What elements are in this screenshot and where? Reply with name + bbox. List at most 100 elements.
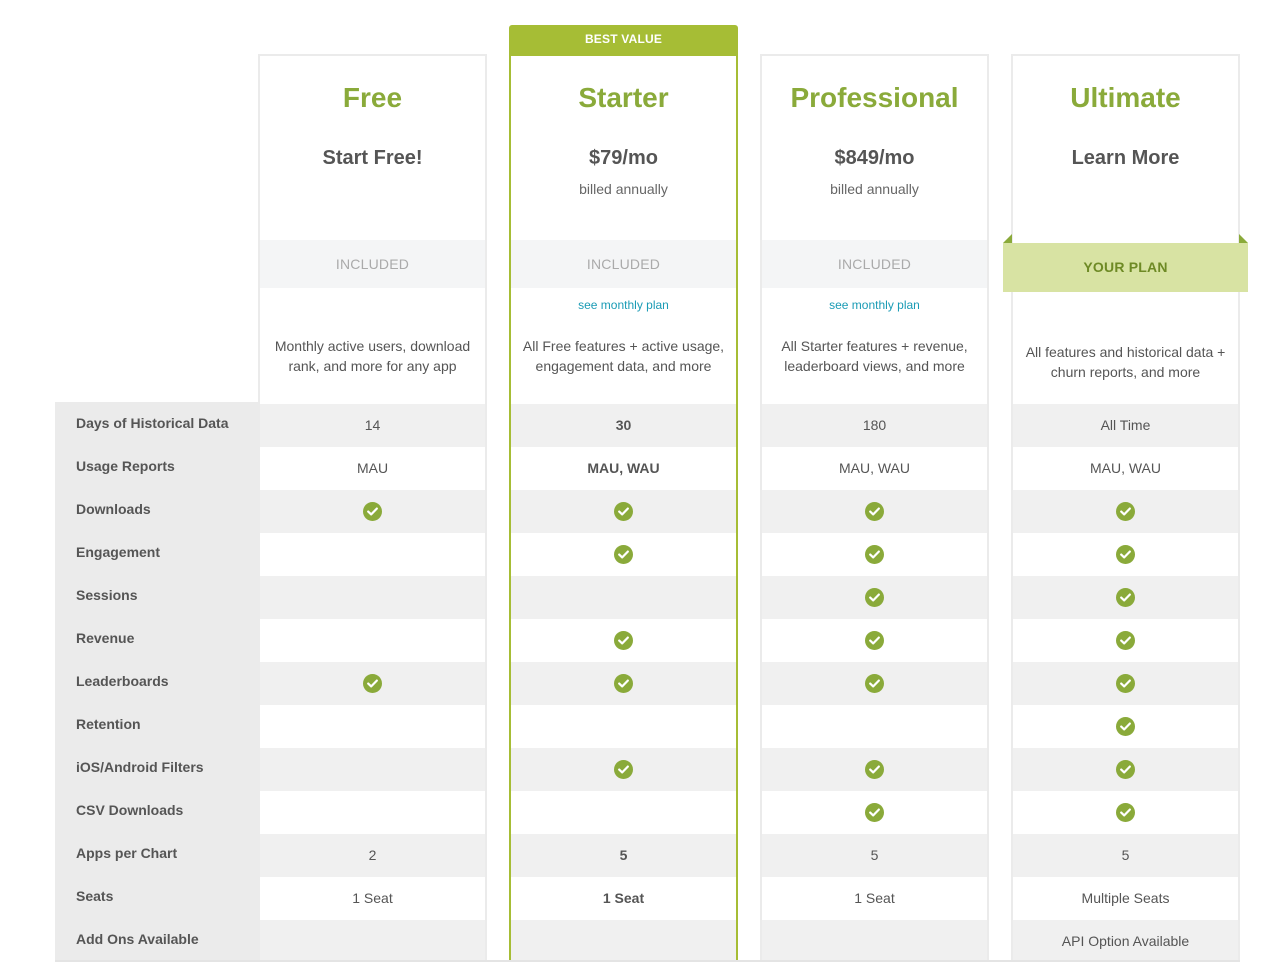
check-circle-icon [1116, 760, 1135, 779]
check-circle-icon [614, 674, 633, 693]
feature-cell [260, 791, 485, 834]
feature-cell [260, 662, 485, 705]
feature-cell [762, 791, 987, 834]
check-circle-icon [1116, 545, 1135, 564]
plan-billing-note: billed annually [830, 181, 919, 197]
feature-cell [1013, 791, 1238, 834]
feature-cell: 30 [511, 404, 736, 447]
plan-price: $849/mo [834, 147, 915, 169]
check-circle-icon [865, 631, 884, 650]
ribbon-fold-right [1239, 234, 1248, 243]
feature-label-revenue: Revenue [76, 630, 135, 646]
feature-cell: 180 [762, 404, 987, 447]
feature-cell [260, 619, 485, 662]
feature-cell [511, 619, 736, 662]
see-monthly-plan-link[interactable]: see monthly plan [762, 298, 987, 312]
plan-summary: see monthly plan All Starter features + r… [762, 288, 987, 404]
plan-price[interactable]: Learn More [1013, 147, 1238, 170]
feature-cell [511, 490, 736, 533]
feature-label-usage-reports: Usage Reports [76, 458, 175, 474]
feature-cell [1013, 576, 1238, 619]
feature-cell: 14 [260, 404, 485, 447]
feature-label-apps-per-chart: Apps per Chart [76, 845, 178, 861]
feature-cell [1013, 705, 1238, 748]
feature-cell: 5 [762, 834, 987, 877]
feature-cell [511, 662, 736, 705]
check-circle-icon [865, 803, 884, 822]
plan-name: Ultimate [1070, 82, 1181, 113]
plan-included-status: INCLUDED [762, 240, 987, 288]
feature-cell [511, 920, 736, 962]
feature-cell [762, 662, 987, 705]
check-circle-icon [1116, 502, 1135, 521]
plan-description: All Starter features + revenue, leaderbo… [781, 338, 968, 374]
feature-cell: 5 [1013, 834, 1238, 877]
plan-name: Free [342, 82, 403, 113]
feature-cell [1013, 748, 1238, 791]
feature-cell: Multiple Seats [1081, 890, 1170, 906]
feature-cell: All Time [1013, 404, 1238, 447]
plan-summary: Monthly active users, download rank, and… [260, 288, 485, 404]
feature-labels-column: Days of Historical Data Usage Reports Do… [55, 402, 258, 962]
feature-cell [762, 533, 987, 576]
plan-included-status: INCLUDED [511, 240, 736, 288]
feature-cell [762, 748, 987, 791]
feature-label-downloads: Downloads [76, 501, 151, 517]
feature-cell [762, 490, 987, 533]
feature-cell [511, 748, 736, 791]
see-monthly-plan-link[interactable]: see monthly plan [511, 298, 736, 312]
check-circle-icon [614, 545, 633, 564]
check-circle-icon [865, 674, 884, 693]
feature-cell [511, 705, 736, 748]
plan-name: Starter [578, 82, 669, 113]
feature-cell [1013, 662, 1238, 705]
feature-label-historical-data: Days of Historical Data [76, 415, 229, 431]
feature-label-leaderboards: Leaderboards [76, 673, 169, 689]
plan-summary: see monthly plan All Free features + acti… [511, 288, 736, 404]
feature-cell: 2 [260, 834, 485, 877]
feature-cell [762, 576, 987, 619]
ribbon-fold-left [1003, 234, 1012, 243]
plan-billing-note: billed annually [579, 181, 668, 197]
plan-header: Starter $79/mo billed annually [511, 56, 736, 240]
check-circle-icon [614, 502, 633, 521]
plan-header: Professional $849/mo billed annually [762, 56, 987, 240]
plan-column-free: Free Start Free! INCLUDED Monthly active … [258, 54, 487, 962]
check-circle-icon [1116, 631, 1135, 650]
plan-price[interactable]: Start Free! [260, 147, 485, 170]
best-value-badge: BEST VALUE [509, 25, 738, 56]
feature-cell [260, 533, 485, 576]
feature-cell [511, 533, 736, 576]
feature-label-retention: Retention [76, 716, 141, 732]
feature-label-sessions: Sessions [76, 587, 138, 603]
feature-cell: MAU [356, 460, 389, 476]
feature-cell [260, 920, 485, 962]
plan-column-ultimate: Ultimate Learn More All features and his… [1011, 54, 1240, 962]
check-circle-icon [1116, 717, 1135, 736]
plan-description: All Free features + active usage, engage… [522, 338, 725, 374]
plan-description: Monthly active users, download rank, and… [274, 338, 471, 374]
check-circle-icon [865, 545, 884, 564]
feature-label-add-ons: Add Ons Available [76, 931, 199, 947]
feature-cell [1013, 533, 1238, 576]
feature-cell [511, 791, 736, 834]
feature-label-csv-downloads: CSV Downloads [76, 802, 184, 818]
check-circle-icon [614, 631, 633, 650]
plan-price: $79/mo [589, 147, 658, 169]
feature-cell: MAU, WAU [838, 460, 911, 476]
check-circle-icon [865, 502, 884, 521]
feature-cell: API Option Available [1013, 920, 1238, 962]
feature-label-os-filters: iOS/Android Filters [76, 759, 204, 775]
check-circle-icon [865, 588, 884, 607]
your-plan-banner: YOUR PLAN [1003, 243, 1248, 292]
feature-cell [1013, 619, 1238, 662]
plan-header: Ultimate Learn More [1013, 56, 1238, 240]
feature-cell [260, 576, 485, 619]
feature-cell [1013, 490, 1238, 533]
check-circle-icon [1116, 803, 1135, 822]
plan-header: Free Start Free! [260, 56, 485, 240]
plan-included-status: INCLUDED [260, 240, 485, 288]
check-circle-icon [363, 674, 382, 693]
plan-column-starter: Starter $79/mo billed annually INCLUDED s… [509, 54, 738, 962]
feature-cell: 5 [511, 834, 736, 877]
